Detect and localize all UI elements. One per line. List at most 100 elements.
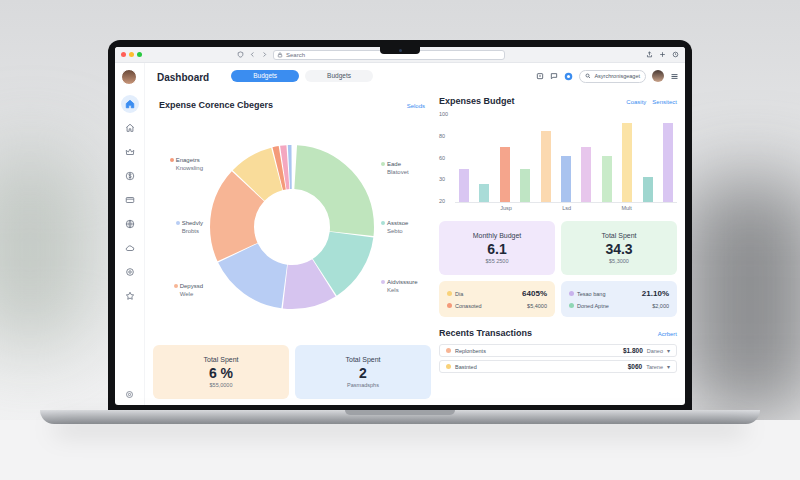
clock-icon[interactable]	[672, 51, 679, 58]
bar[interactable]	[479, 184, 489, 202]
color-dot	[446, 348, 451, 353]
mini-row: Dia 6405%	[447, 289, 547, 299]
sidebar-item[interactable]	[121, 215, 139, 233]
donut-segment[interactable]	[232, 167, 352, 287]
caret-icon[interactable]: ▾	[667, 347, 670, 355]
legend-row: Aidvisssure	[381, 278, 418, 286]
stat-card: Total Spent34.3$5,3000	[561, 221, 677, 275]
bar[interactable]	[459, 169, 469, 202]
chat-icon[interactable]	[550, 72, 558, 80]
color-dot	[381, 280, 385, 284]
bar[interactable]	[622, 123, 632, 202]
card-links: Coasity Sensitect	[626, 98, 677, 107]
minimize-icon[interactable]	[129, 52, 134, 57]
plus-icon[interactable]	[659, 51, 666, 58]
sidebar-item[interactable]	[121, 239, 139, 257]
sidebar-item[interactable]	[121, 167, 139, 185]
legend-label: Aidvisssure	[387, 278, 418, 286]
y-axis: 10080603020	[439, 111, 455, 215]
page-title: Dashboard	[157, 72, 209, 83]
bar[interactable]	[520, 169, 530, 202]
bar[interactable]	[561, 156, 571, 202]
y-tick: 80	[439, 133, 445, 140]
bar[interactable]	[500, 147, 510, 202]
globe-icon	[125, 219, 135, 229]
caret-icon[interactable]: ▾	[667, 363, 670, 371]
transaction-row[interactable]: Bastnted$060Tarene▾	[439, 360, 677, 373]
summary-value: 2	[359, 364, 367, 382]
mini-label: Dia	[455, 290, 463, 298]
x-label: Lsd	[562, 205, 571, 212]
mini-value: $2,000	[652, 302, 669, 310]
donut-segment[interactable]	[232, 167, 352, 287]
donut-segment[interactable]	[232, 167, 352, 287]
calendar-icon[interactable]	[536, 72, 544, 80]
sidebar-item[interactable]	[121, 119, 139, 137]
tab[interactable]: Budgets	[231, 70, 299, 82]
donut-segment[interactable]	[232, 167, 352, 287]
legend-row: Knowsling	[170, 164, 203, 172]
color-dot	[569, 291, 574, 296]
donut-segment[interactable]	[232, 167, 352, 287]
card-link[interactable]: Selods	[407, 102, 425, 111]
main: Dashboard Budgets Budgets Asyrchronisgeag…	[145, 63, 685, 405]
header-actions: Asyrchronisgeaget	[536, 70, 679, 83]
laptop-notch	[345, 410, 455, 415]
bar[interactable]	[643, 177, 653, 202]
backdrop-blur	[680, 180, 800, 420]
x-label: Mult	[621, 205, 631, 212]
card-link[interactable]: Sensitect	[652, 98, 677, 107]
sidebar-item[interactable]	[121, 263, 139, 281]
bar[interactable]	[581, 147, 591, 202]
gear-icon	[125, 267, 135, 277]
transaction-note: Tarene	[646, 363, 663, 371]
donut-segment[interactable]	[232, 167, 352, 287]
sidebar-item[interactable]	[121, 191, 139, 209]
user-avatar-icon[interactable]	[652, 70, 664, 82]
donut-segment[interactable]	[232, 167, 352, 287]
legend-row: Blatovet	[381, 168, 409, 176]
shield-icon[interactable]	[237, 51, 244, 58]
bar[interactable]	[541, 131, 551, 202]
cloud-icon	[125, 243, 135, 253]
legend-item: AsstsoeSebto	[381, 219, 408, 235]
card-link[interactable]: Acrbert	[658, 330, 677, 339]
maximize-icon[interactable]	[137, 52, 142, 57]
stat-sub: $5,3000	[609, 258, 629, 265]
bar[interactable]	[602, 156, 612, 202]
legend-sub: Blatovet	[387, 168, 409, 176]
sidebar-item[interactable]	[121, 287, 139, 305]
mini-label: Tesao bang	[577, 290, 605, 298]
legend-row: Asstsoe	[381, 219, 408, 227]
avatar-icon[interactable]	[121, 69, 137, 85]
card-link[interactable]: Coasity	[626, 98, 646, 107]
legend-row: Enagetrs	[170, 156, 203, 164]
summary-card: Total Spent2Pasmadsphs	[295, 345, 431, 399]
laptop-base	[40, 410, 760, 424]
transaction-row[interactable]: Replonbents$1.800Daneo▾	[439, 344, 677, 357]
right-column: Expenses BudgetCoasitySensitect 10080603…	[439, 93, 677, 405]
menu-icon[interactable]	[670, 72, 679, 81]
notification-icon[interactable]	[564, 72, 573, 81]
close-icon[interactable]	[121, 52, 126, 57]
legend-row: Wele	[174, 290, 203, 298]
back-icon[interactable]	[249, 51, 256, 58]
bar[interactable]	[663, 123, 673, 202]
mini-row: Conasoted$5,4000	[447, 302, 547, 310]
forward-icon[interactable]	[261, 51, 268, 58]
donut-segment[interactable]	[232, 167, 352, 287]
sidebar-item[interactable]	[121, 95, 139, 113]
mini-value: 6405%	[522, 289, 547, 299]
sidebar-item[interactable]	[121, 143, 139, 161]
donut-segment[interactable]	[232, 167, 352, 287]
budget-header: Expenses BudgetCoasitySensitect	[439, 93, 677, 111]
donut-segment[interactable]	[232, 167, 352, 287]
share-icon[interactable]	[646, 51, 653, 58]
tab[interactable]: Budgets	[305, 70, 373, 82]
stat-title: Monthly Budget	[473, 231, 522, 240]
search-field[interactable]: Asyrchronisgeaget	[579, 70, 646, 83]
settings-icon[interactable]	[125, 390, 134, 399]
legend-row: Kels	[381, 286, 418, 294]
y-tick: 100	[439, 111, 448, 118]
legend-item: AidvisssureKels	[381, 278, 418, 294]
